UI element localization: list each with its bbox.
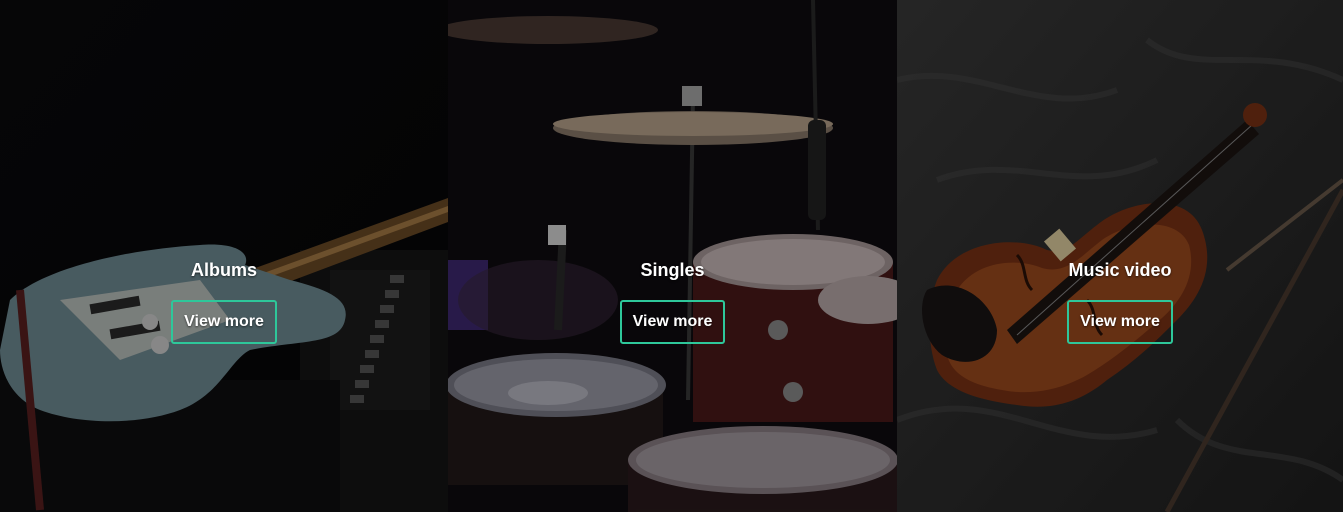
category-card-music-video[interactable]: Music video View more (897, 0, 1343, 512)
category-row: Albums View more Singles View more Music… (0, 0, 1343, 512)
card-title: Singles (640, 260, 705, 280)
view-more-button[interactable]: View more (171, 300, 277, 344)
card-overlay: Singles View more (448, 258, 897, 344)
view-more-button[interactable]: View more (619, 300, 726, 344)
card-title: Music video (1068, 260, 1172, 280)
image-darken-overlay (897, 0, 1343, 512)
card-overlay: Albums View more (0, 258, 448, 344)
card-title: Albums (190, 260, 257, 280)
category-card-singles[interactable]: Singles View more (448, 0, 897, 512)
category-card-albums[interactable]: Albums View more (0, 0, 448, 512)
view-more-button[interactable]: View more (1067, 300, 1173, 344)
card-overlay: Music video View more (897, 258, 1343, 344)
image-darken-overlay (0, 0, 448, 512)
image-darken-overlay (448, 0, 897, 512)
